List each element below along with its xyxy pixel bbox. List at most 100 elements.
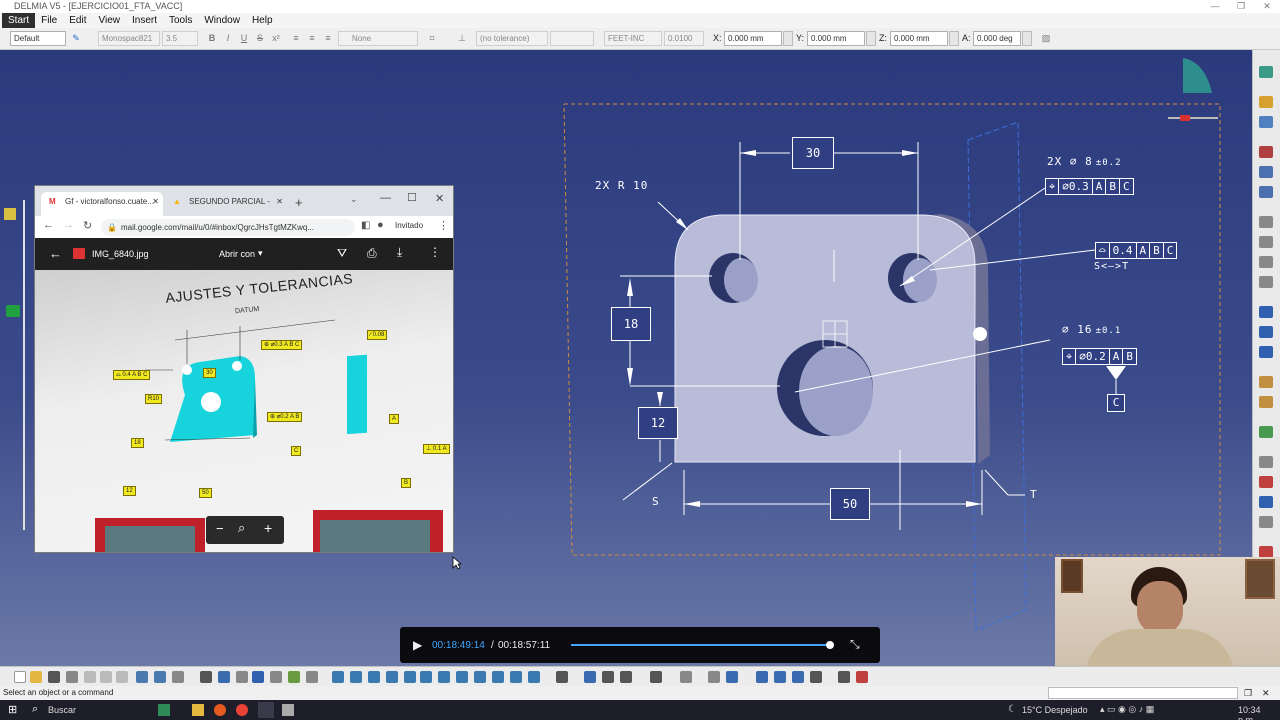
add-to-drive-icon[interactable]: ⛛ [337, 246, 347, 261]
progress-track[interactable] [571, 641, 835, 649]
open-with-button[interactable]: Abrir con [219, 249, 255, 259]
swap-space-icon[interactable] [528, 671, 540, 683]
zoom-in-button[interactable]: + [264, 520, 272, 536]
play-icon[interactable]: ▶ [413, 638, 422, 652]
new-tab-icon[interactable]: + [295, 195, 303, 210]
print-icon[interactable]: ⎙ [367, 246, 377, 261]
radius-note[interactable]: 2X R 10 [595, 179, 648, 192]
formula-icon[interactable] [200, 671, 212, 683]
grid-icon[interactable] [584, 671, 596, 683]
sheet-icon[interactable] [1259, 66, 1273, 78]
thread-icon[interactable] [1259, 256, 1273, 268]
cut-icon[interactable] [84, 671, 96, 683]
style-select[interactable]: Default [10, 31, 66, 46]
rule-icon[interactable] [288, 671, 300, 683]
select-icon[interactable] [332, 671, 344, 683]
minimize-button[interactable]: — [1202, 0, 1228, 13]
center-position-fcf[interactable]: ⌖ ⌀0.2 A B [1062, 348, 1137, 365]
browser-window[interactable]: M Gf - victoralfonso.cuate... ✕ ▲ SEGUND… [34, 185, 454, 553]
y-input[interactable]: 0.000 mm [807, 31, 865, 46]
z-input[interactable]: 0.000 mm [890, 31, 948, 46]
tab-close-icon[interactable]: ✕ [276, 192, 283, 212]
weather-text[interactable]: 15°C Despejado [1022, 705, 1088, 715]
pan-icon[interactable] [368, 671, 380, 683]
normal-view-icon[interactable] [438, 671, 450, 683]
dimension-12[interactable]: 12 [638, 407, 678, 439]
close-button[interactable]: ✕ [1254, 0, 1280, 13]
tree-root-icon[interactable] [4, 208, 16, 220]
browser-menu-icon[interactable]: ⋮ [438, 219, 449, 232]
x-spinner[interactable] [783, 31, 793, 46]
arrow-icon[interactable] [1259, 496, 1273, 508]
progress-knob[interactable] [826, 641, 835, 649]
insert-symbol-icon[interactable]: ⌗ [426, 32, 438, 45]
tab-close-icon[interactable]: ✕ [152, 192, 159, 212]
table-icon[interactable] [252, 671, 264, 683]
dimension-50[interactable]: 50 [830, 488, 870, 520]
coordinate-icon[interactable] [1259, 276, 1273, 288]
superscript-icon[interactable]: x² [270, 32, 282, 45]
stop-icon[interactable] [856, 671, 868, 683]
menu-view[interactable]: View [92, 13, 126, 28]
analysis-display-icon[interactable] [792, 671, 804, 683]
axis-line-icon[interactable] [1259, 456, 1273, 468]
x-input[interactable]: 0.000 mm [724, 31, 782, 46]
tolerance-select[interactable]: (no tolerance) [476, 31, 548, 46]
clipping-icon[interactable] [1259, 186, 1273, 198]
forward-icon[interactable]: → [63, 219, 74, 231]
url-field[interactable]: 🔒 mail.google.com/mail/u/0/#inbox/QgrcJH… [101, 219, 355, 236]
back-icon[interactable]: ← [43, 219, 54, 231]
angle-input[interactable]: 0.000 deg [973, 31, 1021, 46]
tray-icons[interactable]: ▴ ▭ ◉ ◎ ♪ ▦ [1100, 704, 1154, 715]
style-painter-icon[interactable]: ✎ [70, 32, 82, 45]
iso-view-icon[interactable] [474, 671, 486, 683]
redo-icon[interactable] [154, 671, 166, 683]
status-close-icon[interactable]: ✕ [1262, 686, 1270, 700]
snap-to-point-icon[interactable] [774, 671, 786, 683]
snap-icon[interactable] [602, 671, 614, 683]
align-left-icon[interactable]: ≡ [290, 32, 302, 45]
shading-icon[interactable] [492, 671, 504, 683]
datum-c-label[interactable]: C [1107, 394, 1125, 412]
zoom-in-icon[interactable] [404, 671, 416, 683]
underline-icon[interactable]: U [238, 32, 250, 45]
font-select[interactable]: Monospac821 [98, 31, 160, 46]
align-right-icon[interactable]: ≡ [322, 32, 334, 45]
firefox-icon[interactable] [214, 704, 226, 716]
paste-icon[interactable] [116, 671, 128, 683]
menu-start[interactable]: Start [2, 13, 36, 28]
center-hole-callout[interactable]: ⌀ 16 ±0.1 [1062, 323, 1121, 336]
zoom-out-button[interactable]: − [216, 521, 224, 536]
view-icon[interactable] [1259, 96, 1273, 108]
profile-icon[interactable]: ● [377, 219, 384, 231]
dimension-system-icon[interactable] [810, 671, 822, 683]
tab-search-icon[interactable]: ⌄ [350, 194, 358, 205]
cycle-icon[interactable] [708, 671, 720, 683]
z-spinner[interactable] [949, 31, 959, 46]
open-with-chevron-icon[interactable]: ▾ [258, 248, 263, 259]
menu-help[interactable]: Help [246, 13, 279, 28]
chamfer-icon[interactable] [1259, 236, 1273, 248]
align-center-icon[interactable]: ≡ [306, 32, 318, 45]
multi-view-icon[interactable] [456, 671, 468, 683]
whats-this-icon[interactable] [172, 671, 184, 683]
zoom-out-icon[interactable] [420, 671, 432, 683]
exit-fullscreen-icon[interactable]: ⤡ [850, 637, 860, 652]
table-icon[interactable] [1259, 426, 1273, 438]
area-fill-icon[interactable] [1259, 476, 1273, 488]
constraint-icon[interactable] [680, 671, 692, 683]
other-app-icon[interactable] [282, 704, 294, 716]
tolerance-value-select[interactable] [550, 31, 594, 46]
fit-all-icon[interactable] [350, 671, 362, 683]
command-input[interactable] [1048, 687, 1238, 699]
strikethrough-icon[interactable]: S [254, 32, 266, 45]
sheet-background-icon[interactable] [556, 671, 568, 683]
font-size-select[interactable]: 3.5 [162, 31, 198, 46]
point-icon[interactable] [1259, 516, 1273, 528]
guest-label[interactable]: Invitado [395, 221, 423, 230]
reload-icon[interactable]: ↻ [83, 219, 92, 232]
browser-close-button[interactable]: ✕ [435, 192, 444, 205]
menu-edit[interactable]: Edit [63, 13, 92, 28]
dress-up-icon[interactable] [726, 671, 738, 683]
undo-icon[interactable] [136, 671, 148, 683]
